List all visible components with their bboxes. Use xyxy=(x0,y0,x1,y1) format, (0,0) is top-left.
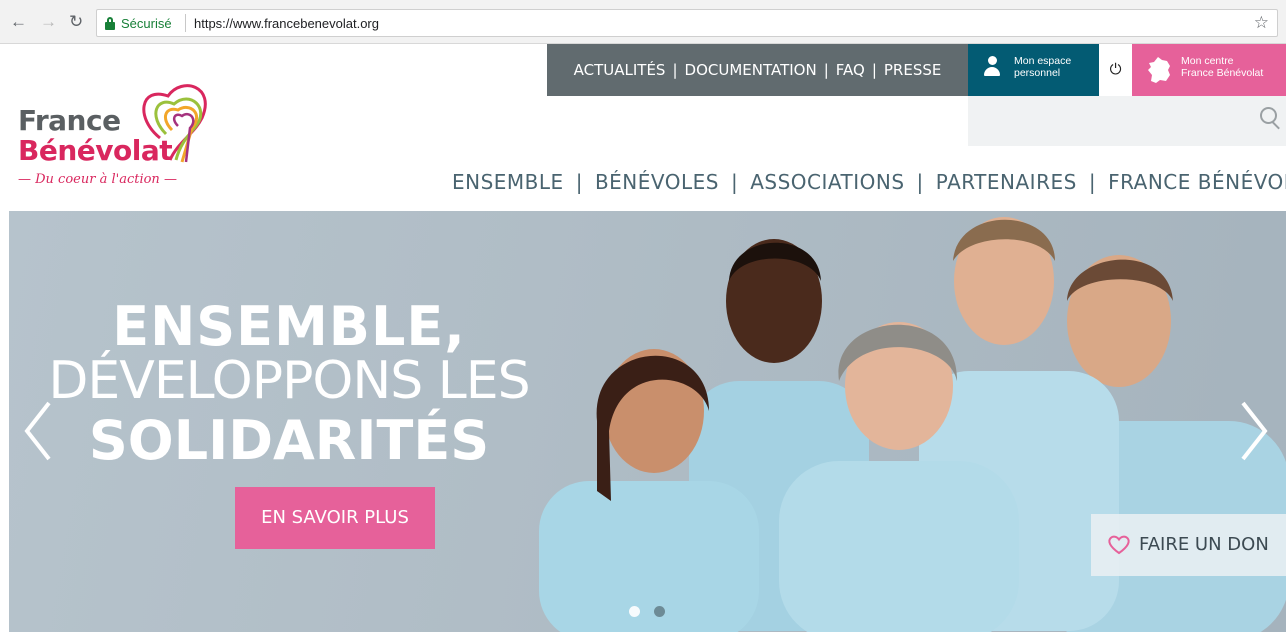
browser-toolbar: ← → ↻ Sécurisé https://www.francebenevol… xyxy=(0,0,1286,44)
top-utility-menu: ACTUALITÉS | DOCUMENTATION | FAQ | PRESS… xyxy=(547,44,968,96)
topmenu-link-actualites[interactable]: ACTUALITÉS xyxy=(574,61,666,79)
nav-item-france-benevolat[interactable]: FRANCE BÉNÉVOLAT xyxy=(1108,170,1286,194)
hero-slider: ENSEMBLE, DÉVELOPPONS LES SOLIDARITÉS EN… xyxy=(9,211,1286,632)
divider: | xyxy=(672,61,678,79)
faire-un-don-button[interactable]: FAIRE UN DON xyxy=(1091,514,1286,576)
centre-label-line1: Mon centre xyxy=(1181,55,1234,67)
slider-pagination xyxy=(629,606,665,617)
hero-title-line1: ENSEMBLE, xyxy=(112,295,466,358)
user-icon xyxy=(984,56,1000,80)
topmenu-link-documentation[interactable]: DOCUMENTATION xyxy=(685,61,817,79)
nav-item-associations[interactable]: ASSOCIATIONS xyxy=(750,170,904,194)
centre-label: Mon centre France Bénévolat xyxy=(1181,55,1263,79)
centre-label-line2: France Bénévolat xyxy=(1181,67,1264,79)
reload-icon[interactable]: ↻ xyxy=(69,12,83,32)
lock-icon xyxy=(105,17,115,30)
main-navigation: ENSEMBLE | BÉNÉVOLES | ASSOCIATIONS | PARTENAI… xyxy=(452,170,1286,194)
espace-label-line1: Mon espace xyxy=(1014,55,1072,67)
forward-arrow-icon[interactable]: → xyxy=(40,12,57,32)
nav-item-partenaires[interactable]: PARTENAIRES xyxy=(936,170,1077,194)
url-text[interactable]: https://www.francebenevolat.org xyxy=(194,16,379,31)
site-logo[interactable]: France Bénévolat — Du coeur à l'action — xyxy=(18,78,238,193)
star-icon[interactable]: ☆ xyxy=(1254,13,1269,33)
donate-label: FAIRE UN DON xyxy=(1139,534,1269,555)
heart-icon xyxy=(1108,535,1130,555)
search-bar[interactable] xyxy=(968,96,1286,146)
france-map-icon xyxy=(1148,57,1170,83)
search-icon[interactable] xyxy=(1260,107,1282,131)
hero-title-line2: DÉVELOPPONS LES xyxy=(48,351,530,411)
address-bar[interactable]: Sécurisé https://www.francebenevolat.org… xyxy=(96,9,1278,37)
mon-espace-personnel-button[interactable]: Mon espace personnel xyxy=(968,44,1099,96)
slider-dot-2[interactable] xyxy=(654,606,665,617)
omnibox-divider xyxy=(185,14,186,32)
divider: | xyxy=(871,61,877,79)
power-icon[interactable]: ⏻ xyxy=(1099,44,1132,96)
slider-dot-1[interactable] xyxy=(629,606,640,617)
topmenu-link-faq[interactable]: FAQ xyxy=(836,61,865,79)
logo-tagline: — Du coeur à l'action — xyxy=(18,172,177,187)
hero-title-line3: SOLIDARITÉS xyxy=(88,409,490,472)
divider: | xyxy=(1088,170,1097,194)
back-arrow-icon[interactable]: ← xyxy=(10,12,27,32)
topmenu-link-presse[interactable]: PRESSE xyxy=(884,61,941,79)
espace-label-line2: personnel xyxy=(1014,67,1061,79)
divider: | xyxy=(823,61,829,79)
mon-centre-button[interactable]: Mon centre France Bénévolat xyxy=(1132,44,1286,96)
secure-label: Sécurisé xyxy=(121,16,172,31)
slider-next-arrow-icon[interactable] xyxy=(1239,401,1269,461)
nav-item-benevoles[interactable]: BÉNÉVOLES xyxy=(595,170,719,194)
slider-prev-arrow-icon[interactable] xyxy=(23,401,53,461)
espace-label: Mon espace personnel xyxy=(1014,55,1071,79)
logo-text-france: France xyxy=(18,104,121,137)
logo-text-benevolat: Bénévolat xyxy=(18,134,173,167)
divider: | xyxy=(730,170,739,194)
divider: | xyxy=(916,170,924,194)
divider: | xyxy=(575,170,583,194)
nav-item-ensemble[interactable]: ENSEMBLE xyxy=(452,170,564,194)
en-savoir-plus-button[interactable]: EN SAVOIR PLUS xyxy=(235,487,435,549)
